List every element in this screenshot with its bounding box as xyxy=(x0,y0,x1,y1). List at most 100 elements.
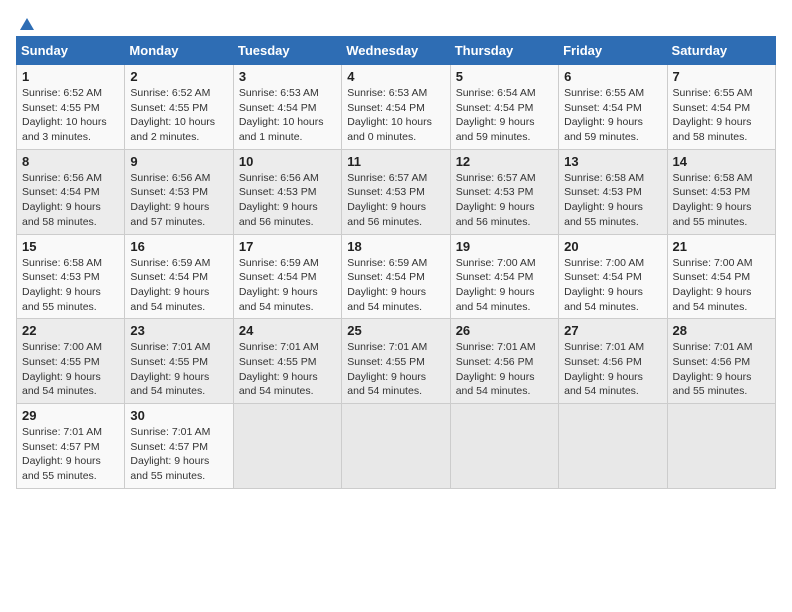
calendar-cell xyxy=(667,404,775,489)
day-number: 21 xyxy=(673,239,770,254)
calendar-cell: 25Sunrise: 7:01 AMSunset: 4:55 PMDayligh… xyxy=(342,319,450,404)
day-detail: Sunrise: 7:00 AMSunset: 4:54 PMDaylight:… xyxy=(564,257,644,313)
calendar-cell: 4Sunrise: 6:53 AMSunset: 4:54 PMDaylight… xyxy=(342,65,450,150)
calendar-week-2: 8 Sunrise: 6:56 AMSunset: 4:54 PMDaylight… xyxy=(17,149,776,234)
calendar-cell: 3 Sunrise: 6:53 AMSunset: 4:54 PMDaylight… xyxy=(233,65,341,150)
day-detail: Sunrise: 6:52 AMSunset: 4:55 PMDaylight:… xyxy=(22,87,107,143)
day-number: 28 xyxy=(673,323,770,338)
day-detail: Sunrise: 7:01 AMSunset: 4:57 PMDaylight:… xyxy=(22,426,102,482)
weekday-header-wednesday: Wednesday xyxy=(342,37,450,65)
day-detail: Sunrise: 7:01 AMSunset: 4:56 PMDaylight:… xyxy=(673,341,753,397)
day-number: 22 xyxy=(22,323,119,338)
day-detail: Sunrise: 6:56 AMSunset: 4:54 PMDaylight:… xyxy=(22,172,102,228)
day-detail: Sunrise: 6:55 AMSunset: 4:54 PMDaylight:… xyxy=(673,87,753,143)
day-number: 8 xyxy=(22,154,119,169)
logo-icon xyxy=(18,16,36,34)
day-detail: Sunrise: 7:01 AMSunset: 4:56 PMDaylight:… xyxy=(564,341,644,397)
calendar-cell: 5 Sunrise: 6:54 AMSunset: 4:54 PMDaylight… xyxy=(450,65,558,150)
day-detail: Sunrise: 6:57 AMSunset: 4:53 PMDaylight:… xyxy=(347,172,427,228)
day-number: 5 xyxy=(456,69,553,84)
day-number: 9 xyxy=(130,154,227,169)
calendar-cell: 28 Sunrise: 7:01 AMSunset: 4:56 PMDayligh… xyxy=(667,319,775,404)
day-detail: Sunrise: 6:59 AMSunset: 4:54 PMDaylight:… xyxy=(347,257,427,313)
calendar-cell xyxy=(559,404,667,489)
calendar-header-row: SundayMondayTuesdayWednesdayThursdayFrid… xyxy=(17,37,776,65)
calendar-cell: 26 Sunrise: 7:01 AMSunset: 4:56 PMDayligh… xyxy=(450,319,558,404)
day-number: 10 xyxy=(239,154,336,169)
day-number: 1 xyxy=(22,69,119,84)
day-number: 12 xyxy=(456,154,553,169)
day-detail: Sunrise: 6:58 AMSunset: 4:53 PMDaylight:… xyxy=(22,257,102,313)
day-detail: Sunrise: 7:01 AMSunset: 4:55 PMDaylight:… xyxy=(347,341,427,397)
day-detail: Sunrise: 6:53 AMSunset: 4:54 PMDaylight:… xyxy=(239,87,324,143)
calendar-cell: 9Sunrise: 6:56 AMSunset: 4:53 PMDaylight… xyxy=(125,149,233,234)
calendar-cell: 19 Sunrise: 7:00 AMSunset: 4:54 PMDayligh… xyxy=(450,234,558,319)
day-detail: Sunrise: 7:00 AMSunset: 4:54 PMDaylight:… xyxy=(456,257,536,313)
day-number: 2 xyxy=(130,69,227,84)
calendar-cell: 7 Sunrise: 6:55 AMSunset: 4:54 PMDaylight… xyxy=(667,65,775,150)
calendar-cell: 22 Sunrise: 7:00 AMSunset: 4:55 PMDayligh… xyxy=(17,319,125,404)
day-detail: Sunrise: 7:01 AMSunset: 4:56 PMDaylight:… xyxy=(456,341,536,397)
day-detail: Sunrise: 6:58 AMSunset: 4:53 PMDaylight:… xyxy=(564,172,644,228)
day-number: 20 xyxy=(564,239,661,254)
weekday-header-monday: Monday xyxy=(125,37,233,65)
calendar-cell: 8 Sunrise: 6:56 AMSunset: 4:54 PMDaylight… xyxy=(17,149,125,234)
calendar-cell: 16Sunrise: 6:59 AMSunset: 4:54 PMDayligh… xyxy=(125,234,233,319)
weekday-header-tuesday: Tuesday xyxy=(233,37,341,65)
calendar-cell xyxy=(450,404,558,489)
day-number: 3 xyxy=(239,69,336,84)
weekday-header-sunday: Sunday xyxy=(17,37,125,65)
day-number: 14 xyxy=(673,154,770,169)
day-number: 19 xyxy=(456,239,553,254)
calendar-cell: 17 Sunrise: 6:59 AMSunset: 4:54 PMDayligh… xyxy=(233,234,341,319)
weekday-header-saturday: Saturday xyxy=(667,37,775,65)
day-detail: Sunrise: 6:52 AMSunset: 4:55 PMDaylight:… xyxy=(130,87,215,143)
calendar-cell: 14Sunrise: 6:58 AMSunset: 4:53 PMDayligh… xyxy=(667,149,775,234)
day-number: 29 xyxy=(22,408,119,423)
calendar-cell: 11 Sunrise: 6:57 AMSunset: 4:53 PMDayligh… xyxy=(342,149,450,234)
weekday-header-thursday: Thursday xyxy=(450,37,558,65)
day-detail: Sunrise: 7:01 AMSunset: 4:57 PMDaylight:… xyxy=(130,426,210,482)
day-number: 30 xyxy=(130,408,227,423)
calendar-body: 1 Sunrise: 6:52 AMSunset: 4:55 PMDaylight… xyxy=(17,65,776,489)
calendar-cell: 21 Sunrise: 7:00 AMSunset: 4:54 PMDayligh… xyxy=(667,234,775,319)
day-detail: Sunrise: 7:01 AMSunset: 4:55 PMDaylight:… xyxy=(130,341,210,397)
weekday-header-friday: Friday xyxy=(559,37,667,65)
day-number: 11 xyxy=(347,154,444,169)
calendar-cell: 18Sunrise: 6:59 AMSunset: 4:54 PMDayligh… xyxy=(342,234,450,319)
day-number: 4 xyxy=(347,69,444,84)
day-detail: Sunrise: 6:59 AMSunset: 4:54 PMDaylight:… xyxy=(239,257,319,313)
calendar-week-1: 1 Sunrise: 6:52 AMSunset: 4:55 PMDaylight… xyxy=(17,65,776,150)
day-detail: Sunrise: 6:57 AMSunset: 4:53 PMDaylight:… xyxy=(456,172,536,228)
day-number: 13 xyxy=(564,154,661,169)
day-detail: Sunrise: 7:00 AMSunset: 4:54 PMDaylight:… xyxy=(673,257,753,313)
day-detail: Sunrise: 7:01 AMSunset: 4:55 PMDaylight:… xyxy=(239,341,319,397)
calendar-cell: 30 Sunrise: 7:01 AMSunset: 4:57 PMDayligh… xyxy=(125,404,233,489)
calendar-cell: 12 Sunrise: 6:57 AMSunset: 4:53 PMDayligh… xyxy=(450,149,558,234)
day-number: 23 xyxy=(130,323,227,338)
calendar-cell: 27 Sunrise: 7:01 AMSunset: 4:56 PMDayligh… xyxy=(559,319,667,404)
calendar-cell xyxy=(342,404,450,489)
day-detail: Sunrise: 6:56 AMSunset: 4:53 PMDaylight:… xyxy=(239,172,319,228)
calendar-week-4: 22 Sunrise: 7:00 AMSunset: 4:55 PMDayligh… xyxy=(17,319,776,404)
calendar-week-3: 15 Sunrise: 6:58 AMSunset: 4:53 PMDayligh… xyxy=(17,234,776,319)
day-number: 17 xyxy=(239,239,336,254)
calendar-cell: 13 Sunrise: 6:58 AMSunset: 4:53 PMDayligh… xyxy=(559,149,667,234)
calendar-cell: 2 Sunrise: 6:52 AMSunset: 4:55 PMDaylight… xyxy=(125,65,233,150)
day-detail: Sunrise: 6:59 AMSunset: 4:54 PMDaylight:… xyxy=(130,257,210,313)
logo xyxy=(16,16,36,30)
calendar-cell: 10 Sunrise: 6:56 AMSunset: 4:53 PMDayligh… xyxy=(233,149,341,234)
day-number: 15 xyxy=(22,239,119,254)
calendar-table: SundayMondayTuesdayWednesdayThursdayFrid… xyxy=(16,36,776,489)
day-detail: Sunrise: 6:54 AMSunset: 4:54 PMDaylight:… xyxy=(456,87,536,143)
day-number: 24 xyxy=(239,323,336,338)
calendar-cell: 15 Sunrise: 6:58 AMSunset: 4:53 PMDayligh… xyxy=(17,234,125,319)
calendar-cell: 1 Sunrise: 6:52 AMSunset: 4:55 PMDaylight… xyxy=(17,65,125,150)
day-detail: Sunrise: 7:00 AMSunset: 4:55 PMDaylight:… xyxy=(22,341,102,397)
day-number: 26 xyxy=(456,323,553,338)
calendar-cell: 6Sunrise: 6:55 AMSunset: 4:54 PMDaylight… xyxy=(559,65,667,150)
calendar-cell: 20 Sunrise: 7:00 AMSunset: 4:54 PMDayligh… xyxy=(559,234,667,319)
day-number: 7 xyxy=(673,69,770,84)
day-number: 27 xyxy=(564,323,661,338)
calendar-cell xyxy=(233,404,341,489)
